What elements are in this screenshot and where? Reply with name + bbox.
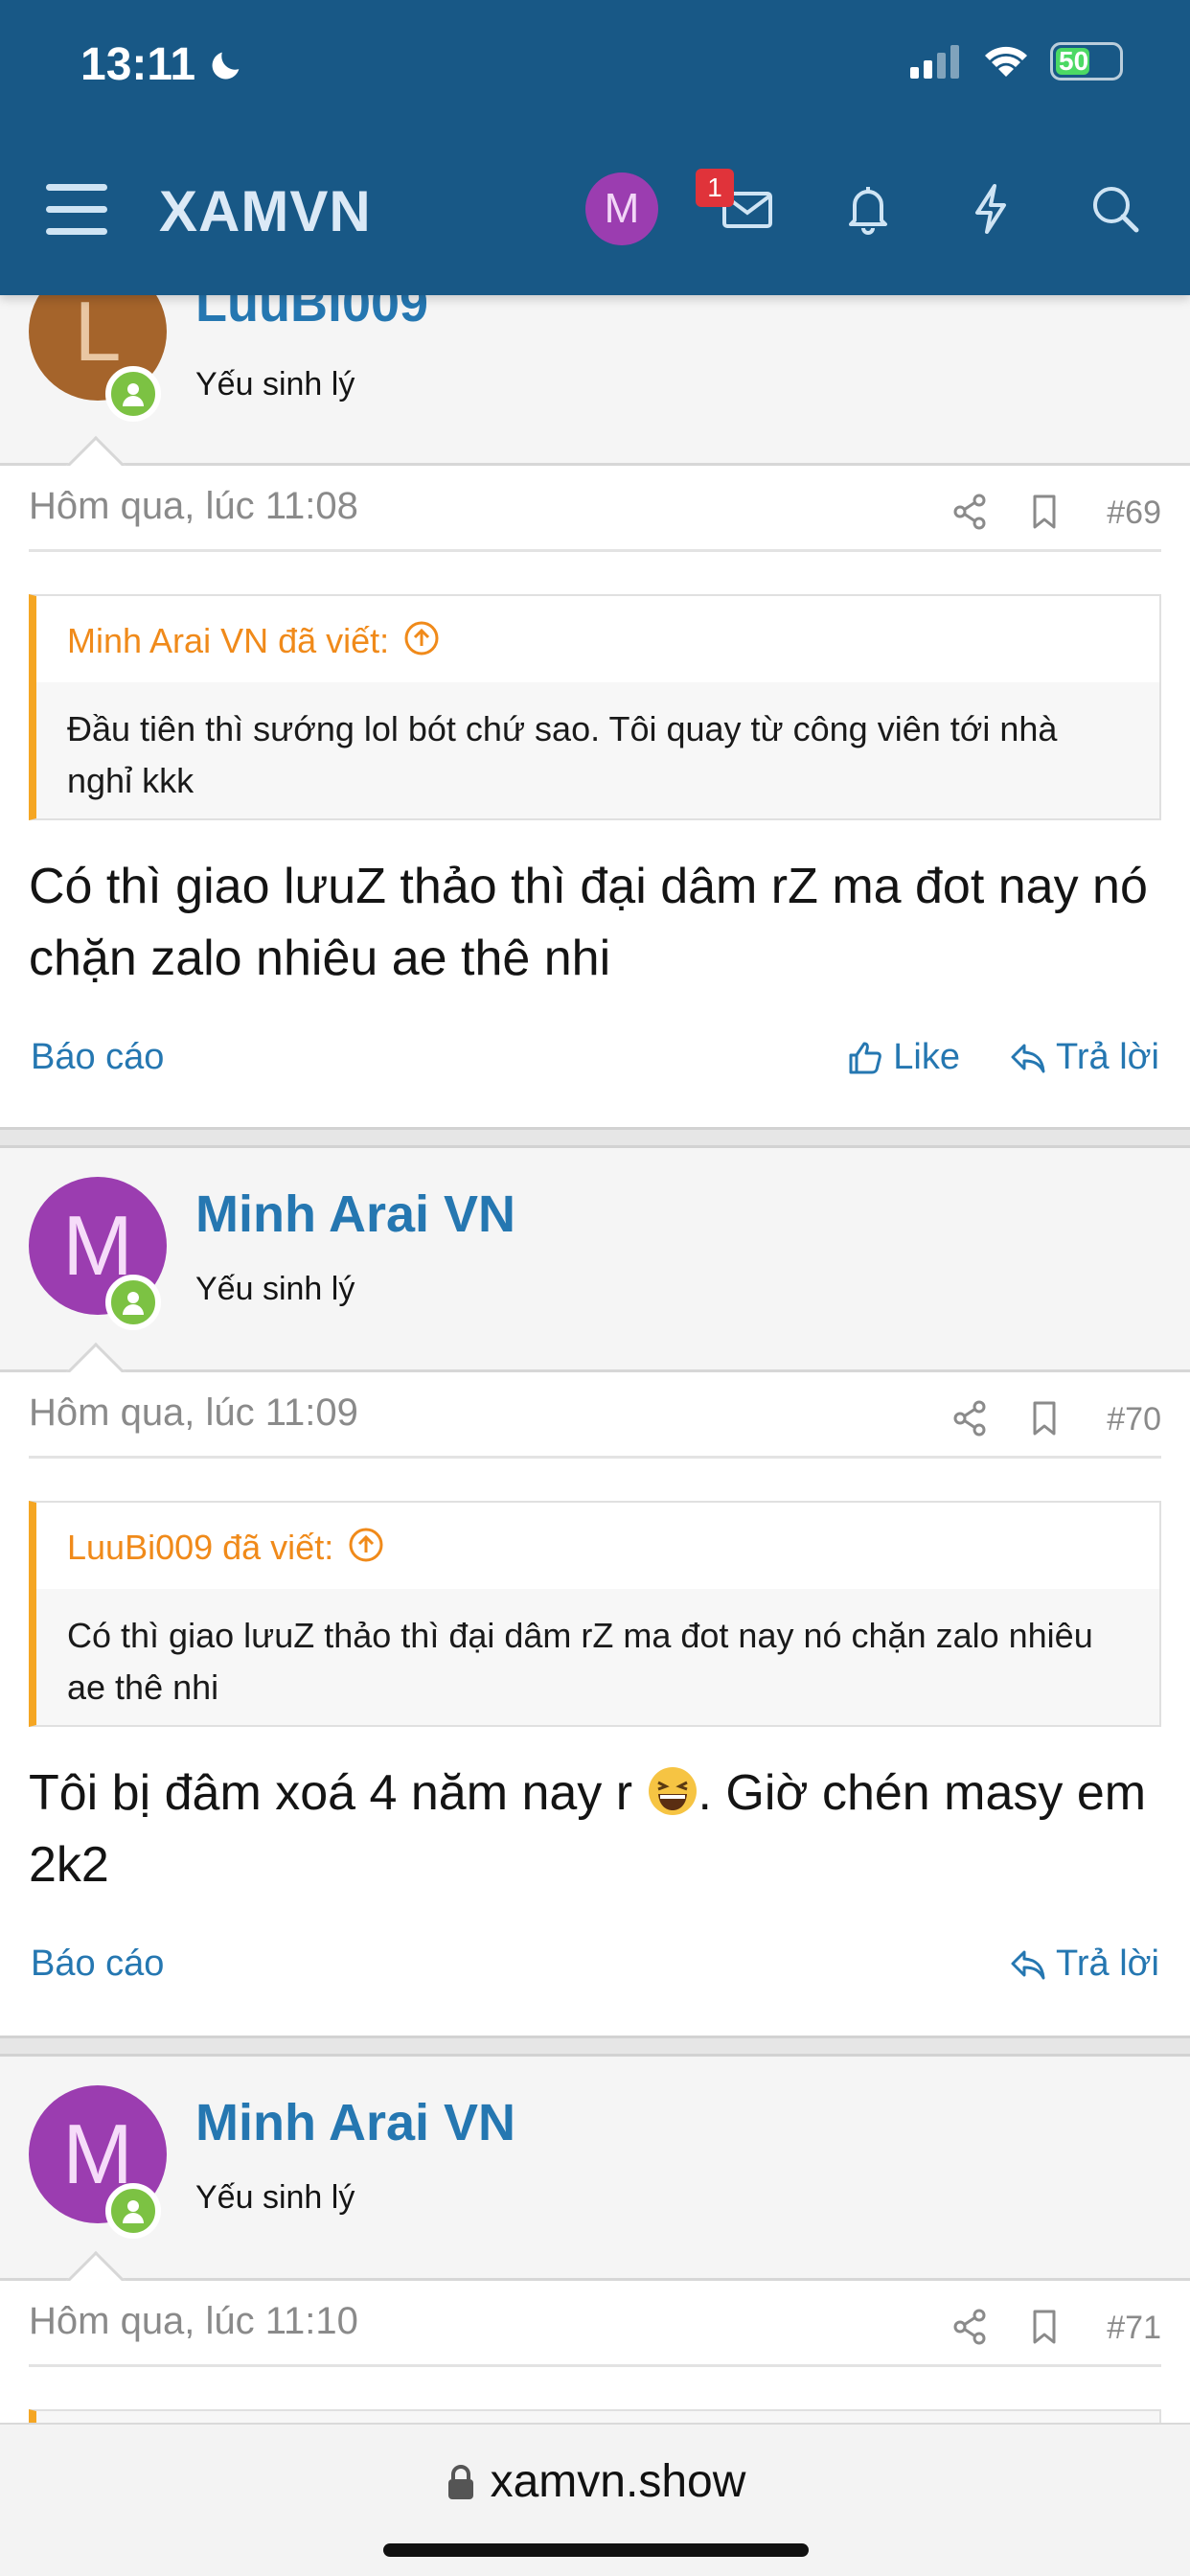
url-text: xamvn.show bbox=[490, 2456, 746, 2507]
thread-content: L LuuBi009 Yếu sinh lý Hôm qua, lúc 11:0… bbox=[0, 0, 1190, 2576]
thumbs-up-icon bbox=[849, 1042, 882, 1073]
online-status-icon bbox=[105, 2183, 161, 2239]
bell-icon[interactable] bbox=[837, 178, 899, 240]
report-link[interactable]: Báo cáo bbox=[31, 1037, 164, 1078]
online-status-icon bbox=[105, 366, 161, 422]
author-title: Yếu sinh lý bbox=[195, 2179, 355, 2216]
post-author-band: M Minh Arai VN Yếu sinh lý bbox=[0, 1148, 1190, 1403]
status-indicators: 50 bbox=[910, 42, 1123, 80]
post-71: Hôm qua, lúc 11:10 #71 bbox=[0, 2281, 1190, 2467]
jump-up-icon[interactable] bbox=[402, 619, 441, 657]
post-70: Hôm qua, lúc 11:09 #70 LuuBi009 đã viết:… bbox=[0, 1372, 1190, 2036]
share-icon[interactable] bbox=[949, 1397, 991, 1439]
quote-author: Minh Arai VN đã viết: bbox=[67, 621, 390, 660]
message-part: Tôi bị đâm xoá 4 năm nay r bbox=[29, 1765, 647, 1821]
reply-button[interactable]: Trả lời bbox=[1008, 1037, 1159, 1078]
site-logo[interactable]: XAMVN bbox=[159, 178, 372, 244]
home-indicator[interactable] bbox=[383, 2543, 809, 2557]
reply-button[interactable]: Trả lời bbox=[1008, 1944, 1159, 1985]
author-title: Yếu sinh lý bbox=[195, 366, 355, 402]
url-field[interactable]: xamvn.show bbox=[0, 2455, 1190, 2508]
quote-header[interactable]: Minh Arai VN đã viết: bbox=[36, 596, 1159, 682]
bookmark-icon[interactable] bbox=[1023, 491, 1065, 533]
moon-icon bbox=[212, 52, 240, 79]
post-date[interactable]: Hôm qua, lúc 11:09 bbox=[29, 1392, 358, 1435]
quote-block: Minh Arai VN đã viết: Đầu tiên thì sướng… bbox=[29, 594, 1161, 820]
search-icon[interactable] bbox=[1085, 178, 1146, 240]
reply-label: Trả lời bbox=[1056, 1944, 1159, 1984]
post-author-band: M Minh Arai VN Yếu sinh lý bbox=[0, 2057, 1190, 2312]
author-name[interactable]: Minh Arai VN bbox=[195, 1184, 515, 1244]
lock-icon bbox=[447, 2464, 473, 2499]
jump-up-icon[interactable] bbox=[347, 1526, 385, 1564]
like-label: Like bbox=[893, 1037, 960, 1077]
post-date[interactable]: Hôm qua, lúc 11:08 bbox=[29, 485, 358, 528]
grinning-squint-emoji-icon bbox=[648, 1767, 697, 1815]
report-link[interactable]: Báo cáo bbox=[31, 1944, 164, 1985]
post-message: Có thì giao lưuZ thảo thì đại dâm rZ ma … bbox=[29, 859, 1148, 986]
post-meta: Hôm qua, lúc 11:10 #71 bbox=[29, 2281, 1161, 2367]
battery-indicator: 50 bbox=[1050, 42, 1123, 80]
post-author-band: L LuuBi009 Yếu sinh lý bbox=[0, 263, 1190, 496]
post-separator bbox=[0, 2036, 1190, 2057]
quote-block: LuuBi009 đã viết: Có thì giao lưuZ thảo … bbox=[29, 1501, 1161, 1727]
post-number[interactable]: #71 bbox=[1107, 2310, 1161, 2347]
user-avatar[interactable]: M bbox=[585, 172, 658, 245]
battery-level: 50 bbox=[1059, 46, 1089, 76]
lightning-icon[interactable] bbox=[960, 178, 1021, 240]
bookmark-icon[interactable] bbox=[1023, 2306, 1065, 2348]
battery-icon: 50 bbox=[1050, 42, 1123, 80]
browser-url-bar: xamvn.show bbox=[0, 2423, 1190, 2576]
quote-text: Đầu tiên thì sướng lol bót chứ sao. Tôi … bbox=[67, 709, 1058, 800]
share-icon[interactable] bbox=[949, 2306, 991, 2348]
post-meta: Hôm qua, lúc 11:08 #69 bbox=[29, 466, 1161, 552]
post-actions: Báo cáo Trả lời bbox=[31, 1944, 1159, 2001]
inbox-badge: 1 bbox=[696, 169, 734, 207]
author-name[interactable]: Minh Arai VN bbox=[195, 2093, 515, 2152]
author-title: Yếu sinh lý bbox=[195, 1271, 355, 1307]
post-number[interactable]: #69 bbox=[1107, 494, 1161, 532]
post-message: Tôi bị đâm xoá 4 năm nay r . Giờ chén ma… bbox=[29, 1758, 1152, 1901]
like-button[interactable]: Like bbox=[845, 1037, 960, 1078]
share-icon[interactable] bbox=[949, 491, 991, 533]
post-meta: Hôm qua, lúc 11:09 #70 bbox=[29, 1372, 1161, 1459]
post-actions: Báo cáo Like Trả lời bbox=[31, 1037, 1159, 1094]
reply-arrow-icon bbox=[1011, 1044, 1045, 1072]
reply-arrow-icon bbox=[1011, 1950, 1045, 1979]
online-status-icon bbox=[105, 1275, 161, 1330]
post-separator bbox=[0, 1127, 1190, 1148]
bookmark-icon[interactable] bbox=[1023, 1397, 1065, 1439]
post-69: Hôm qua, lúc 11:08 #69 Minh Arai VN đã v… bbox=[0, 466, 1190, 1127]
top-header: 13:11 50 XAMVN M 1 bbox=[0, 0, 1190, 295]
post-date[interactable]: Hôm qua, lúc 11:10 bbox=[29, 2300, 358, 2343]
status-time: 13:11 bbox=[80, 38, 245, 91]
quote-author: LuuBi009 đã viết: bbox=[67, 1528, 334, 1567]
quote-text: Có thì giao lưuZ thảo thì đại dâm rZ ma … bbox=[67, 1616, 1093, 1707]
reply-label: Trả lời bbox=[1056, 1037, 1159, 1077]
clock-text: 13:11 bbox=[80, 39, 196, 90]
post-number[interactable]: #70 bbox=[1107, 1401, 1161, 1438]
avatar-letter: L bbox=[74, 284, 122, 379]
cellular-signal-icon bbox=[910, 45, 959, 79]
quote-header[interactable]: LuuBi009 đã viết: bbox=[36, 1503, 1159, 1589]
hamburger-menu-icon[interactable] bbox=[46, 178, 109, 242]
wifi-icon bbox=[985, 46, 1027, 77]
